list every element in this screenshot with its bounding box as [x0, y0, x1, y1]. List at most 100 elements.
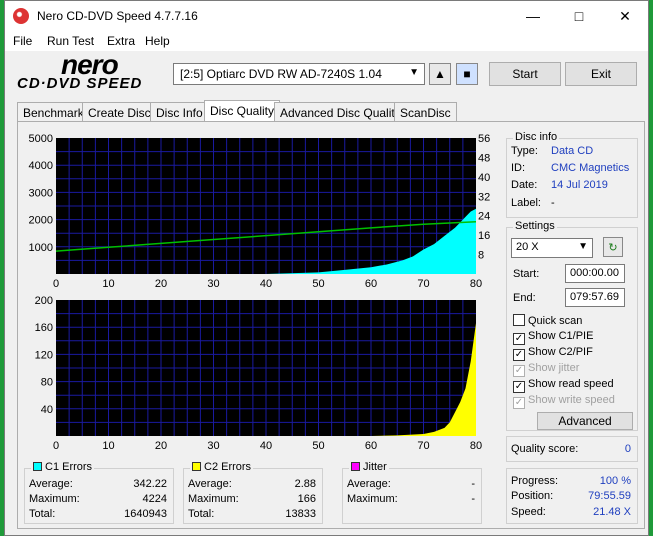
progress-value: 100 %: [599, 475, 631, 487]
c2-total-label: Total:: [188, 508, 215, 520]
x-tick-label: 40: [260, 440, 272, 452]
y2-tick-label: 48: [478, 152, 490, 164]
x-tick-label: 10: [102, 440, 114, 452]
progress-group: Progress: 100 % Position: 79:55.59 Speed…: [506, 468, 638, 524]
disc-quality-panel: 0 10 20 30 40 50 60 70 80 1000 2000 3000 4000 5000 8 16…: [17, 121, 645, 529]
exit-button[interactable]: Exit: [565, 62, 637, 86]
tab-disc-info[interactable]: Disc Info: [150, 102, 209, 122]
c1-total-value: 1640943: [124, 508, 167, 520]
c1-average-label: Average:: [29, 478, 73, 490]
x-tick-label: 30: [207, 440, 219, 452]
end-label: End:: [513, 292, 536, 304]
jitter-average-label: Average:: [347, 478, 391, 490]
show-read-speed-checkbox[interactable]: ✓ Show read speed: [513, 378, 614, 393]
y-tick-label: 3000: [29, 187, 53, 199]
x-tick-label: 80: [470, 278, 482, 290]
close-icon[interactable]: ✕: [602, 1, 648, 31]
disc-info-group: Disc info Type: Data CD ID: CMC Magnetic…: [506, 131, 638, 218]
x-tick-label: 80: [470, 440, 482, 452]
x-tick-label: 60: [365, 440, 377, 452]
refresh-icon[interactable]: ↻: [603, 237, 623, 257]
c1-average-value: 342.22: [133, 478, 167, 490]
x-tick-label: 50: [312, 440, 324, 452]
progress-label: Progress:: [511, 475, 559, 487]
quality-score-group: Quality score: 0: [506, 436, 638, 462]
settings-group: Settings 20 X ▼ ↻ Start: 000:00.00 End: …: [506, 220, 638, 431]
jitter-title: Jitter: [349, 461, 389, 473]
quick-scan-checkbox[interactable]: Quick scan: [513, 314, 582, 327]
position-label: Position:: [511, 490, 554, 502]
speed-label: Speed:: [511, 506, 546, 518]
date-value: 14 Jul 2019: [551, 179, 608, 191]
c1-maximum-label: Maximum:: [29, 493, 80, 505]
x-tick-label: 0: [53, 278, 59, 290]
x-tick-label: 70: [417, 440, 429, 452]
start-label: Start:: [513, 268, 540, 280]
show-jitter-checkbox[interactable]: ✓ Show jitter: [513, 362, 579, 377]
c1-total-label: Total:: [29, 508, 56, 520]
show-c2-checkbox[interactable]: ✓ Show C2/PIF: [513, 346, 593, 361]
x-tick-label: 30: [207, 278, 219, 290]
advanced-button[interactable]: Advanced: [537, 412, 633, 430]
start-field[interactable]: 000:00.00: [565, 264, 625, 283]
menu-help[interactable]: Help: [145, 34, 170, 48]
title-bar: Nero CD-DVD Speed 4.7.7.16 — □ ✕: [5, 1, 648, 31]
c1-swatch: [33, 462, 42, 471]
x-tick-label: 40: [260, 278, 272, 290]
show-c1-checkbox[interactable]: ✓ Show C1/PIE: [513, 330, 593, 345]
menu-file[interactable]: File: [13, 34, 32, 48]
save-icon[interactable]: ■: [456, 63, 478, 85]
menu-bar: File Run Test Extra Help: [5, 31, 648, 51]
tab-create-disc[interactable]: Create Disc: [82, 102, 157, 122]
x-tick-label: 70: [417, 278, 429, 290]
y2-tick-label: 24: [478, 211, 490, 223]
type-value: Data CD: [551, 145, 594, 157]
start-button[interactable]: Start: [489, 62, 561, 86]
tab-advanced-disc-quality[interactable]: Advanced Disc Quality: [274, 102, 407, 122]
maximize-icon[interactable]: □: [556, 1, 602, 31]
drive-select[interactable]: [2:5] Optiarc DVD RW AD-7240S 1.04 ▼: [173, 63, 425, 85]
disc-info-title: Disc info: [513, 131, 560, 143]
c1-errors-group: C1 Errors Average: 342.22 Maximum: 4224 …: [24, 461, 174, 524]
c1-chart: 0 10 20 30 40 50 60 70 80 1000 2000 3000 4000 5000 8 16…: [29, 133, 491, 290]
c2-errors-title: C2 Errors: [190, 461, 254, 473]
x-tick-label: 20: [155, 440, 167, 452]
show-write-speed-checkbox[interactable]: ✓ Show write speed: [513, 394, 615, 409]
id-value: CMC Magnetics: [551, 162, 630, 174]
label-value: -: [551, 197, 555, 209]
minimize-icon[interactable]: —: [510, 1, 556, 31]
x-tick-label: 20: [155, 278, 167, 290]
end-field[interactable]: 079:57.69: [565, 288, 625, 307]
app-window: Nero CD-DVD Speed 4.7.7.16 — □ ✕ File Ru…: [4, 0, 649, 536]
c2-errors-group: C2 Errors Average: 2.88 Maximum: 166 Tot…: [183, 461, 323, 524]
chevron-down-icon: ▼: [578, 241, 588, 252]
c2-maximum-label: Maximum:: [188, 493, 239, 505]
menu-extra[interactable]: Extra: [107, 34, 135, 48]
jitter-maximum-label: Maximum:: [347, 493, 398, 505]
c2-maximum-value: 166: [297, 493, 316, 505]
jitter-group: Jitter Average: - Maximum: -: [342, 461, 482, 524]
menu-run-test[interactable]: Run Test: [47, 34, 94, 48]
x-tick-label: 0: [53, 440, 59, 452]
eject-icon[interactable]: ▲: [429, 63, 451, 85]
type-label: Type:: [511, 145, 538, 157]
x-tick-label: 50: [312, 278, 324, 290]
c2-average-value: 2.88: [294, 478, 316, 490]
nero-logo: nero CD·DVD SPEED: [17, 49, 143, 92]
y-tick-label: 2000: [29, 215, 53, 227]
y2-tick-label: 8: [478, 250, 484, 262]
c2-swatch: [192, 462, 201, 471]
y2-tick-label: 16: [478, 230, 490, 242]
speed-select[interactable]: 20 X ▼: [511, 238, 593, 258]
tab-disc-quality[interactable]: Disc Quality: [204, 100, 281, 122]
x-tick-label: 10: [102, 278, 114, 290]
y-tick-label: 40: [41, 404, 53, 416]
y-tick-label: 4000: [29, 160, 53, 172]
window-title: Nero CD-DVD Speed 4.7.7.16: [37, 9, 198, 23]
tab-benchmark[interactable]: Benchmark: [17, 102, 90, 122]
label-label: Label:: [511, 197, 541, 209]
c1-errors-title: C1 Errors: [31, 461, 95, 473]
tab-scandisc[interactable]: ScanDisc: [394, 102, 457, 122]
c2-chart: 0 10 20 30 40 50 60 70 80 40 80 120 160 200: [35, 295, 482, 452]
speed-value: 21.48 X: [593, 506, 631, 518]
